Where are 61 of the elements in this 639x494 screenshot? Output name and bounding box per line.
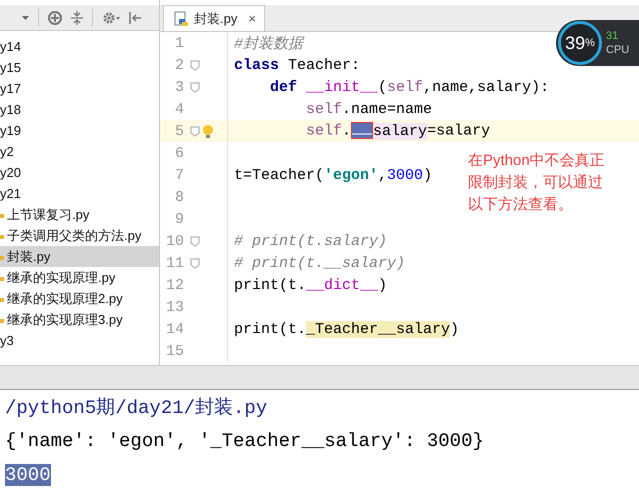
line-number: 7 bbox=[174, 166, 184, 184]
line-number: 14 bbox=[164, 320, 184, 338]
python-file-icon bbox=[174, 10, 189, 26]
file-tree-item[interactable]: y17 bbox=[0, 78, 159, 99]
code-line: self.name=name bbox=[305, 100, 432, 118]
editor-tab[interactable]: 封装.py × bbox=[163, 5, 265, 31]
code-line: #封装数据 bbox=[233, 34, 304, 52]
cpu-gauge: 39% bbox=[558, 21, 602, 65]
code-line: print(t._Teacher__salary) bbox=[233, 320, 460, 338]
crosshair-icon bbox=[48, 10, 62, 24]
file-tree-item[interactable]: y21 bbox=[0, 183, 159, 204]
console-output: {'name': 'egon', '_Teacher__salary': 3000} bbox=[5, 430, 484, 452]
code-line: t=Teacher('egon',3000) bbox=[233, 166, 432, 184]
code-line: self. salary=salary bbox=[305, 122, 490, 140]
code-line: # print(t.__salary) bbox=[233, 254, 406, 272]
line-number: 13 bbox=[164, 298, 184, 316]
fold-marker-icon[interactable] bbox=[190, 60, 200, 70]
file-tree-item[interactable]: y15 bbox=[0, 57, 159, 78]
line-number: 6 bbox=[174, 144, 184, 162]
line-number: 9 bbox=[174, 210, 184, 228]
file-tree-item[interactable]: 继承的实现原理2.py bbox=[0, 288, 159, 309]
file-tree-item[interactable]: 继承的实现原理3.py bbox=[0, 309, 159, 330]
file-tree-item[interactable]: 子类调用父类的方法.py bbox=[0, 225, 159, 246]
collapse-icon bbox=[71, 10, 83, 24]
file-tree-item[interactable]: y3 bbox=[0, 330, 159, 351]
line-number: 5 bbox=[174, 122, 184, 140]
pin-left-icon bbox=[129, 10, 141, 24]
file-tree-item[interactable]: y19 bbox=[0, 120, 159, 141]
file-tree-item[interactable]: 上节课复习.py bbox=[0, 204, 159, 225]
fold-marker-icon[interactable] bbox=[190, 236, 200, 246]
line-number: 15 bbox=[164, 342, 184, 360]
line-number: 1 bbox=[174, 34, 184, 52]
file-tree-item[interactable]: y2 bbox=[0, 141, 159, 162]
line-number: 2 bbox=[174, 56, 184, 74]
fold-marker-icon[interactable] bbox=[190, 82, 200, 92]
line-number: 10 bbox=[164, 232, 184, 250]
line-number: 8 bbox=[174, 188, 184, 206]
cpu-secondary-reading: 31 bbox=[606, 29, 620, 43]
close-tab-button[interactable]: × bbox=[242, 11, 256, 26]
file-tree-item[interactable]: y18 bbox=[0, 99, 159, 120]
console-output: 3000 bbox=[5, 464, 51, 486]
file-tree-item[interactable]: 封装.py bbox=[0, 246, 159, 267]
code-line: print(t.__dict__) bbox=[233, 276, 388, 294]
lightbulb-icon[interactable] bbox=[202, 124, 214, 138]
file-tree-item[interactable]: 继承的实现原理.py bbox=[0, 267, 159, 288]
cpu-label: CPU bbox=[606, 43, 630, 57]
console-path: /python5期/day21/封装.py bbox=[5, 396, 268, 420]
file-tree-item[interactable]: y20 bbox=[0, 162, 159, 183]
fold-marker-icon[interactable] bbox=[190, 258, 200, 268]
line-number: 11 bbox=[164, 254, 184, 272]
line-number: 12 bbox=[164, 276, 184, 294]
line-number: 3 bbox=[174, 78, 184, 96]
code-line: # print(t.salary) bbox=[233, 232, 388, 250]
selection-marker-icon bbox=[351, 122, 374, 140]
code-line: class Teacher: bbox=[233, 56, 360, 74]
dropdown-caret-icon bbox=[22, 16, 29, 20]
code-line: def __init__(self,name,salary): bbox=[269, 78, 550, 96]
line-number: 4 bbox=[174, 100, 184, 118]
gear-icon bbox=[102, 10, 120, 24]
file-tree-item[interactable]: y14 bbox=[0, 36, 159, 57]
fold-marker-icon[interactable] bbox=[190, 126, 200, 136]
